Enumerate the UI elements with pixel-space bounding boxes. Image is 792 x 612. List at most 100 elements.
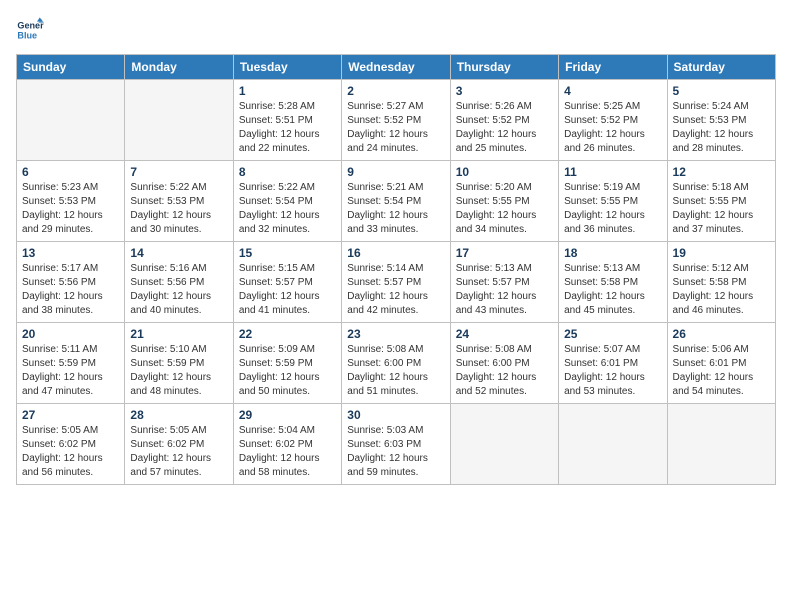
day-number: 16 [347,246,444,260]
calendar-week-row: 20 Sunrise: 5:11 AM Sunset: 5:59 PM Dayli… [17,323,776,404]
column-header-tuesday: Tuesday [233,55,341,80]
day-info: Sunrise: 5:05 AM Sunset: 6:02 PM Dayligh… [22,424,119,480]
calendar-cell: 16 Sunrise: 5:14 AM Sunset: 5:57 PM Dayli… [342,242,450,323]
day-info: Sunrise: 5:28 AM Sunset: 5:51 PM Dayligh… [239,100,336,156]
day-info: Sunrise: 5:07 AM Sunset: 6:01 PM Dayligh… [564,343,661,399]
column-header-wednesday: Wednesday [342,55,450,80]
logo-icon: General Blue [16,16,44,44]
day-info: Sunrise: 5:11 AM Sunset: 5:59 PM Dayligh… [22,343,119,399]
day-number: 13 [22,246,119,260]
day-number: 1 [239,84,336,98]
calendar-cell [559,404,667,485]
calendar-cell: 17 Sunrise: 5:13 AM Sunset: 5:57 PM Dayli… [450,242,558,323]
calendar-cell: 30 Sunrise: 5:03 AM Sunset: 6:03 PM Dayli… [342,404,450,485]
day-number: 9 [347,165,444,179]
day-number: 12 [673,165,770,179]
day-number: 14 [130,246,227,260]
day-number: 25 [564,327,661,341]
day-info: Sunrise: 5:26 AM Sunset: 5:52 PM Dayligh… [456,100,553,156]
day-info: Sunrise: 5:20 AM Sunset: 5:55 PM Dayligh… [456,181,553,237]
day-info: Sunrise: 5:12 AM Sunset: 5:58 PM Dayligh… [673,262,770,318]
header: General Blue [16,16,776,44]
day-number: 19 [673,246,770,260]
day-number: 4 [564,84,661,98]
calendar-cell: 3Sunrise: 5:26 AM Sunset: 5:52 PM Daylig… [450,80,558,161]
day-number: 18 [564,246,661,260]
calendar-week-row: 6 Sunrise: 5:23 AM Sunset: 5:53 PM Daylig… [17,161,776,242]
calendar-cell: 22 Sunrise: 5:09 AM Sunset: 5:59 PM Dayli… [233,323,341,404]
calendar-cell: 4 Sunrise: 5:25 AM Sunset: 5:52 PM Daylig… [559,80,667,161]
day-number: 26 [673,327,770,341]
day-number: 11 [564,165,661,179]
day-info: Sunrise: 5:25 AM Sunset: 5:52 PM Dayligh… [564,100,661,156]
calendar-cell: 9 Sunrise: 5:21 AM Sunset: 5:54 PM Daylig… [342,161,450,242]
calendar-cell: 21 Sunrise: 5:10 AM Sunset: 5:59 PM Dayli… [125,323,233,404]
calendar-cell: 11 Sunrise: 5:19 AM Sunset: 5:55 PM Dayli… [559,161,667,242]
day-number: 21 [130,327,227,341]
calendar-cell [17,80,125,161]
day-number: 23 [347,327,444,341]
calendar-cell [450,404,558,485]
day-number: 10 [456,165,553,179]
day-info: Sunrise: 5:06 AM Sunset: 6:01 PM Dayligh… [673,343,770,399]
calendar-week-row: 1 Sunrise: 5:28 AM Sunset: 5:51 PM Daylig… [17,80,776,161]
calendar-cell: 2 Sunrise: 5:27 AM Sunset: 5:52 PM Daylig… [342,80,450,161]
calendar-cell [125,80,233,161]
calendar-cell: 18 Sunrise: 5:13 AM Sunset: 5:58 PM Dayli… [559,242,667,323]
day-number: 8 [239,165,336,179]
calendar-cell: 13 Sunrise: 5:17 AM Sunset: 5:56 PM Dayli… [17,242,125,323]
day-info: Sunrise: 5:22 AM Sunset: 5:53 PM Dayligh… [130,181,227,237]
calendar-cell: 14 Sunrise: 5:16 AM Sunset: 5:56 PM Dayli… [125,242,233,323]
column-header-saturday: Saturday [667,55,775,80]
day-info: Sunrise: 5:13 AM Sunset: 5:58 PM Dayligh… [564,262,661,318]
day-number: 7 [130,165,227,179]
calendar-cell [667,404,775,485]
day-number: 20 [22,327,119,341]
calendar: SundayMondayTuesdayWednesdayThursdayFrid… [16,54,776,485]
calendar-cell: 25 Sunrise: 5:07 AM Sunset: 6:01 PM Dayli… [559,323,667,404]
day-number: 29 [239,408,336,422]
column-header-thursday: Thursday [450,55,558,80]
calendar-cell: 23 Sunrise: 5:08 AM Sunset: 6:00 PM Dayli… [342,323,450,404]
calendar-cell: 15 Sunrise: 5:15 AM Sunset: 5:57 PM Dayli… [233,242,341,323]
calendar-cell: 5Sunrise: 5:24 AM Sunset: 5:53 PM Daylig… [667,80,775,161]
day-number: 2 [347,84,444,98]
day-info: Sunrise: 5:08 AM Sunset: 6:00 PM Dayligh… [456,343,553,399]
day-info: Sunrise: 5:21 AM Sunset: 5:54 PM Dayligh… [347,181,444,237]
calendar-cell: 29Sunrise: 5:04 AM Sunset: 6:02 PM Dayli… [233,404,341,485]
calendar-cell: 6 Sunrise: 5:23 AM Sunset: 5:53 PM Daylig… [17,161,125,242]
day-info: Sunrise: 5:19 AM Sunset: 5:55 PM Dayligh… [564,181,661,237]
calendar-cell: 27 Sunrise: 5:05 AM Sunset: 6:02 PM Dayli… [17,404,125,485]
calendar-cell: 19 Sunrise: 5:12 AM Sunset: 5:58 PM Dayli… [667,242,775,323]
day-info: Sunrise: 5:23 AM Sunset: 5:53 PM Dayligh… [22,181,119,237]
column-header-monday: Monday [125,55,233,80]
day-number: 30 [347,408,444,422]
calendar-cell: 20 Sunrise: 5:11 AM Sunset: 5:59 PM Dayli… [17,323,125,404]
day-number: 22 [239,327,336,341]
calendar-cell: 10 Sunrise: 5:20 AM Sunset: 5:55 PM Dayli… [450,161,558,242]
day-number: 17 [456,246,553,260]
day-number: 5 [673,84,770,98]
calendar-header-row: SundayMondayTuesdayWednesdayThursdayFrid… [17,55,776,80]
day-info: Sunrise: 5:09 AM Sunset: 5:59 PM Dayligh… [239,343,336,399]
calendar-week-row: 13 Sunrise: 5:17 AM Sunset: 5:56 PM Dayli… [17,242,776,323]
column-header-friday: Friday [559,55,667,80]
day-info: Sunrise: 5:22 AM Sunset: 5:54 PM Dayligh… [239,181,336,237]
day-info: Sunrise: 5:17 AM Sunset: 5:56 PM Dayligh… [22,262,119,318]
day-number: 6 [22,165,119,179]
day-info: Sunrise: 5:05 AM Sunset: 6:02 PM Dayligh… [130,424,227,480]
calendar-cell: 26 Sunrise: 5:06 AM Sunset: 6:01 PM Dayli… [667,323,775,404]
day-number: 15 [239,246,336,260]
day-info: Sunrise: 5:14 AM Sunset: 5:57 PM Dayligh… [347,262,444,318]
day-number: 27 [22,408,119,422]
day-info: Sunrise: 5:16 AM Sunset: 5:56 PM Dayligh… [130,262,227,318]
day-info: Sunrise: 5:13 AM Sunset: 5:57 PM Dayligh… [456,262,553,318]
calendar-week-row: 27 Sunrise: 5:05 AM Sunset: 6:02 PM Dayli… [17,404,776,485]
calendar-cell: 8 Sunrise: 5:22 AM Sunset: 5:54 PM Daylig… [233,161,341,242]
day-info: Sunrise: 5:10 AM Sunset: 5:59 PM Dayligh… [130,343,227,399]
day-info: Sunrise: 5:08 AM Sunset: 6:00 PM Dayligh… [347,343,444,399]
day-info: Sunrise: 5:03 AM Sunset: 6:03 PM Dayligh… [347,424,444,480]
day-info: Sunrise: 5:27 AM Sunset: 5:52 PM Dayligh… [347,100,444,156]
logo: General Blue [16,16,50,44]
day-info: Sunrise: 5:15 AM Sunset: 5:57 PM Dayligh… [239,262,336,318]
